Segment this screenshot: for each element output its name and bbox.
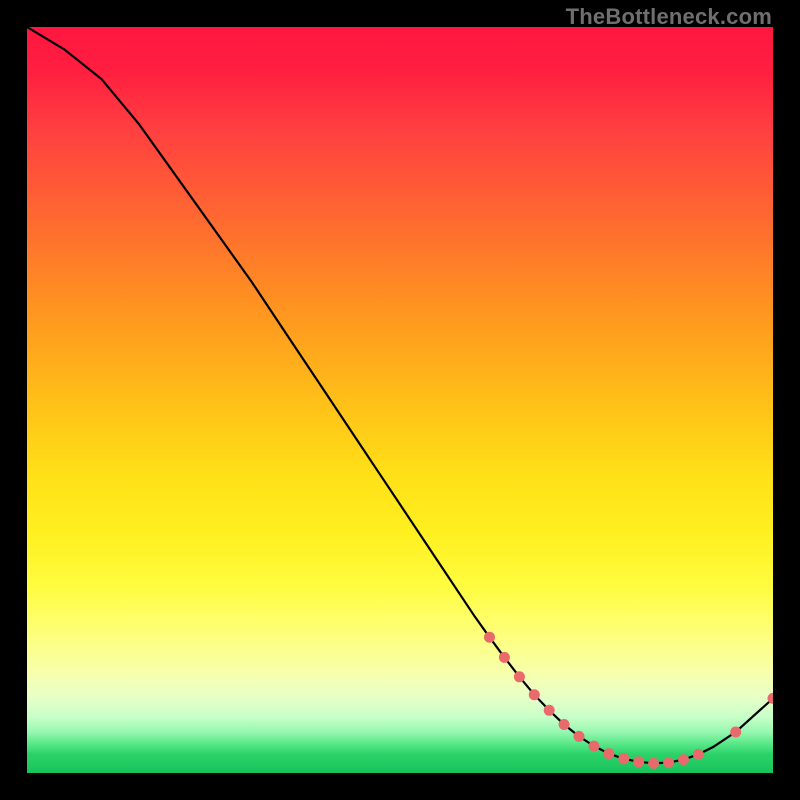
data-point (499, 652, 510, 663)
data-point (693, 749, 704, 760)
curve-markers (484, 632, 773, 769)
data-point (574, 731, 585, 742)
data-point (633, 756, 644, 767)
data-point (544, 705, 555, 716)
data-point (648, 758, 659, 769)
plot-area (27, 27, 773, 773)
data-point (559, 719, 570, 730)
data-point (663, 757, 674, 768)
data-point (730, 727, 741, 738)
data-point (484, 632, 495, 643)
curve-line (27, 27, 773, 763)
chart-frame: TheBottleneck.com (0, 0, 800, 800)
data-point (589, 741, 600, 752)
data-point (514, 671, 525, 682)
bottleneck-curve (27, 27, 773, 773)
data-point (603, 748, 614, 759)
data-point (678, 754, 689, 765)
data-point (618, 753, 629, 764)
data-point (529, 689, 540, 700)
